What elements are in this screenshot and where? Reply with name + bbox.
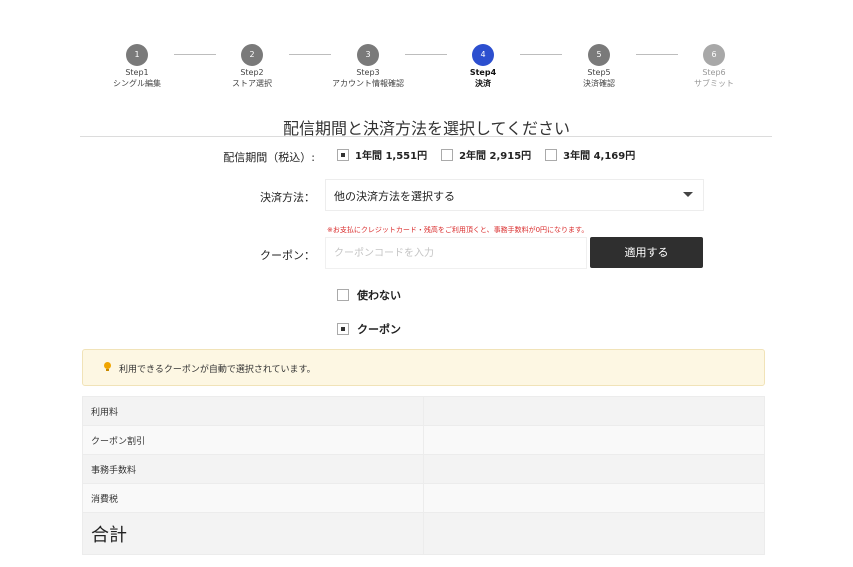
step-label: アカウント情報確認 [332,79,404,88]
step-4: 4 Step4 決済 [428,44,538,89]
apply-coupon-button[interactable]: 適用する [590,237,703,268]
period-option-1year[interactable]: 1年間 1,551円 [337,147,427,162]
step-5: 5 Step5 決済確認 [544,44,654,89]
row-label: 合計 [83,513,424,554]
info-message: 利用できるクーポンが自動で選択されています。 [119,365,316,375]
row-value [424,484,764,512]
period-option-label: 2年間 2,915円 [459,151,532,162]
row-value [424,455,764,483]
coupon-code-input[interactable] [326,238,586,268]
row-label: クーポン割引 [83,426,424,454]
step-label: ストア選択 [232,79,272,88]
checkbox-icon[interactable] [545,148,558,161]
coupon-option-none[interactable]: 使わない [337,287,401,303]
row-label: 消費税 [83,484,424,512]
checkbox-icon[interactable] [441,148,454,161]
row-value [424,513,764,554]
checkbox-icon[interactable] [337,289,349,301]
row-label: 事務手数料 [83,455,424,483]
step-number: 5 [588,44,610,66]
step-title: Step2 [240,68,264,77]
step-number: 1 [126,44,148,66]
row-value [424,426,764,454]
table-row: 消費税 [83,484,764,513]
step-number: 2 [241,44,263,66]
step-1: 1 Step1 シングル編集 [82,44,192,89]
step-title: Step1 [125,68,149,77]
payment-label: 決済方法： [260,191,315,204]
coupon-option-label: クーポン [357,323,401,336]
period-option-label: 1年間 1,551円 [355,151,428,162]
chevron-down-icon [683,192,693,197]
period-options: 1年間 1,551円 2年間 2,915円 3年間 4,169円 [337,147,649,162]
row-value [424,397,764,425]
step-title: Step4 [469,68,497,77]
price-summary-table: 利用料 クーポン割引 事務手数料 消費税 合計 [82,396,765,555]
progress-stepper: 1 Step1 シングル編集 2 Step2 ストア選択 3 Step3 アカウ… [80,44,770,94]
step-3: 3 Step3 アカウント情報確認 [313,44,423,89]
info-banner: 利用できるクーポンが自動で選択されています。 [82,349,765,386]
step-number: 6 [703,44,725,66]
period-option-3year[interactable]: 3年間 4,169円 [545,147,635,162]
coupon-option-coupon[interactable]: クーポン [337,321,401,337]
coupon-option-label: 使わない [357,289,401,302]
lightbulb-icon [104,362,111,371]
step-number: 4 [472,44,494,66]
payment-method-select[interactable]: 他の決済方法を選択する [326,180,703,210]
payment-method-value: 他の決済方法を選択する [334,190,455,203]
divider [80,136,772,137]
step-label: シングル編集 [113,79,161,88]
table-row: クーポン割引 [83,426,764,455]
row-label: 利用料 [83,397,424,425]
period-option-label: 3年間 4,169円 [563,151,636,162]
table-row: 事務手数料 [83,455,764,484]
coupon-label: クーポン： [260,249,315,262]
table-row: 利用料 [83,397,764,426]
step-6: 6 Step6 サブミット [659,44,769,89]
step-label: サブミット [694,79,734,88]
checkbox-checked-icon[interactable] [337,148,349,161]
table-row-total: 合計 [83,513,764,554]
step-number: 3 [357,44,379,66]
step-2: 2 Step2 ストア選択 [197,44,307,89]
step-title: Step3 [356,68,380,77]
step-title: Step6 [702,68,726,77]
fee-notice: ※お支払にクレジットカード・残高をご利用頂くと、事務手数料が0円になります。 [327,226,589,234]
step-label: 決済 [475,79,491,88]
checkbox-checked-icon[interactable] [337,323,349,335]
period-label: 配信期間（税込）: [223,151,315,164]
step-title: Step5 [587,68,611,77]
period-option-2year[interactable]: 2年間 2,915円 [441,147,531,162]
step-label: 決済確認 [583,79,615,88]
